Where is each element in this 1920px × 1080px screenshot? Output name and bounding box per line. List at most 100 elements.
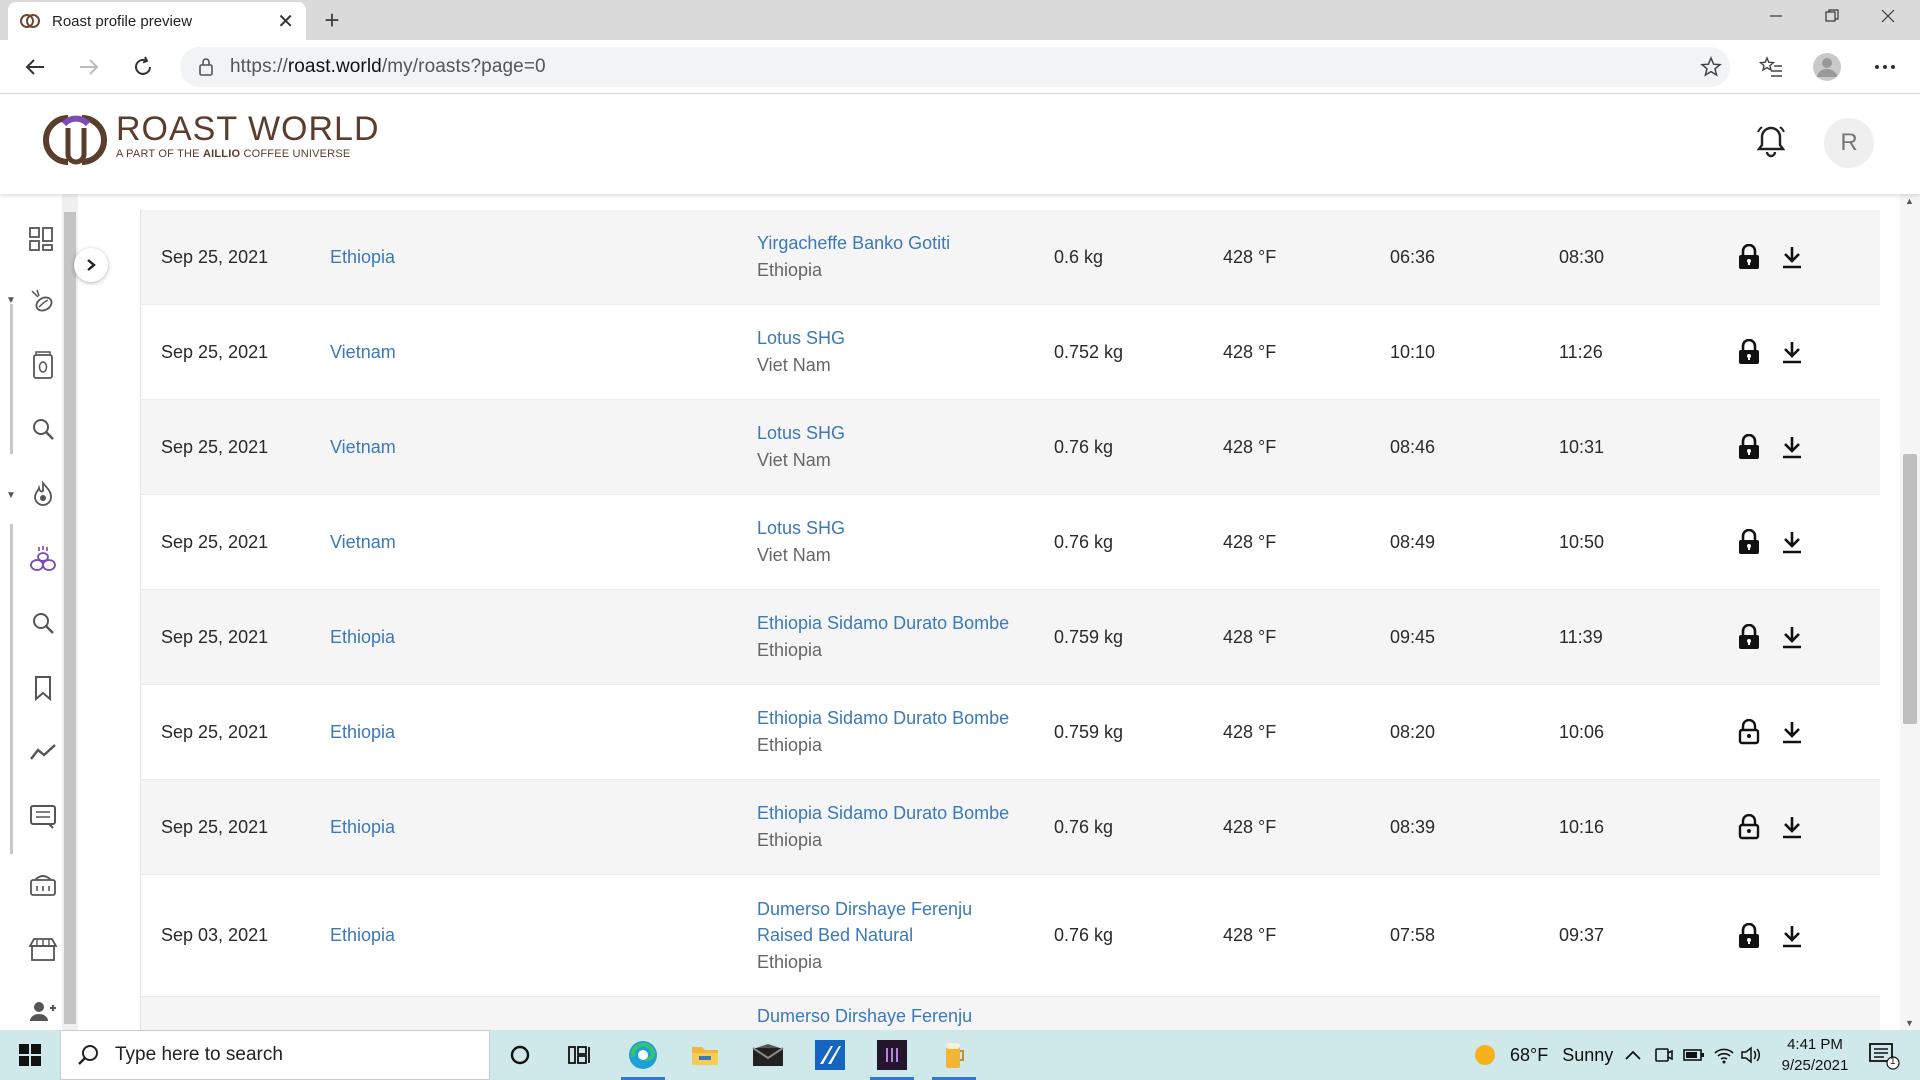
- community-icon[interactable]: [26, 994, 60, 1028]
- origin-country-link[interactable]: Ethiopia: [330, 875, 395, 996]
- roaster-machine-icon[interactable]: [26, 868, 60, 902]
- weather-widget[interactable]: 68°F Sunny: [1474, 1030, 1613, 1080]
- download-icon[interactable]: [1781, 495, 1803, 589]
- bean-name-link[interactable]: Dumerso Dirshaye Ferenju: [757, 1003, 972, 1029]
- lock-closed-icon[interactable]: [1738, 210, 1760, 304]
- profile-button[interactable]: [1808, 48, 1846, 86]
- bean-name-link[interactable]: Ethiopia Sidamo Durato Bombe: [757, 610, 1009, 636]
- download-icon[interactable]: [1781, 210, 1803, 304]
- dashboard-icon[interactable]: [24, 222, 58, 256]
- table-row[interactable]: Sep 03, 2021 Ethiopia Dumerso Dirshaye F…: [141, 875, 1880, 997]
- more-menu-button[interactable]: [1866, 48, 1904, 86]
- lock-closed-icon[interactable]: [1738, 305, 1760, 399]
- taskbar-search-box[interactable]: Type here to search: [60, 1030, 490, 1080]
- task-view-button[interactable]: [552, 1030, 608, 1080]
- shop-icon[interactable]: [26, 932, 60, 966]
- collapse-caret-icon[interactable]: ▼: [6, 490, 16, 501]
- lock-open-icon[interactable]: [1738, 685, 1760, 779]
- search-roasts-icon[interactable]: [26, 606, 60, 640]
- origin-country-link[interactable]: Vietnam: [330, 305, 396, 399]
- minimize-button[interactable]: [1748, 0, 1804, 32]
- volume-tray-icon[interactable]: [1740, 1030, 1762, 1080]
- roast-world-logo[interactable]: ROAST WORLD A PART OF THE AILLIO COFFEE …: [38, 110, 380, 170]
- back-button[interactable]: [16, 48, 54, 86]
- origin-country-link[interactable]: Vietnam: [330, 495, 396, 589]
- origin-country-link[interactable]: Ethiopia: [330, 590, 395, 684]
- new-tab-button[interactable]: +: [316, 4, 348, 36]
- rail-scrollbar[interactable]: [62, 194, 78, 1030]
- lock-closed-icon[interactable]: [1738, 400, 1760, 494]
- lock-closed-icon[interactable]: [1738, 590, 1760, 684]
- address-bar[interactable]: https://roast.world/my/roasts?page=0: [180, 47, 1730, 87]
- app-taskbar-button[interactable]: [802, 1030, 858, 1080]
- collapse-caret-icon[interactable]: ▼: [6, 295, 16, 306]
- favorite-star-button[interactable]: [1692, 48, 1730, 86]
- download-icon[interactable]: [1781, 305, 1803, 399]
- messages-icon[interactable]: [26, 800, 60, 834]
- lock-open-icon[interactable]: [1738, 780, 1760, 874]
- download-icon[interactable]: [1781, 400, 1803, 494]
- roasttime-taskbar-button[interactable]: [864, 1030, 920, 1080]
- show-hidden-icons-button[interactable]: [1624, 1030, 1642, 1080]
- bean-name-link[interactable]: Dumerso Dirshaye Ferenju Raised Bed Natu…: [757, 896, 1027, 948]
- taskbar-clock[interactable]: 4:41 PM 9/25/2021: [1765, 1034, 1865, 1076]
- file-explorer-taskbar-button[interactable]: [677, 1030, 733, 1080]
- page-scrollbar[interactable]: ▲ ▼: [1900, 194, 1920, 1030]
- table-row[interactable]: Sep 25, 2021 Ethiopia Yirgacheffe Banko …: [141, 210, 1880, 305]
- bookmark-icon[interactable]: [26, 671, 60, 705]
- origin-country-link[interactable]: Ethiopia: [330, 685, 395, 779]
- bean-name-link[interactable]: Lotus SHG: [757, 515, 845, 541]
- expand-sidebar-button[interactable]: [74, 248, 108, 282]
- browser-tab[interactable]: Roast profile preview ✕: [8, 2, 306, 40]
- bean-name-link[interactable]: Ethiopia Sidamo Durato Bombe: [757, 800, 1009, 826]
- table-row[interactable]: Sep 25, 2021 Vietnam Lotus SHG Viet Nam 0…: [141, 400, 1880, 495]
- table-row[interactable]: Sep 25, 2021 Ethiopia Ethiopia Sidamo Du…: [141, 685, 1880, 780]
- lock-closed-icon[interactable]: [1738, 875, 1760, 996]
- bean-name-link[interactable]: Ethiopia Sidamo Durato Bombe: [757, 705, 1009, 731]
- table-row[interactable]: Dumerso Dirshaye Ferenju: [141, 997, 1880, 1030]
- origin-country-link[interactable]: Ethiopia: [330, 210, 395, 304]
- beans-icon[interactable]: [26, 284, 60, 318]
- table-row[interactable]: Sep 25, 2021 Vietnam Lotus SHG Viet Nam 0…: [141, 305, 1880, 400]
- start-button[interactable]: [0, 1030, 60, 1080]
- refresh-button[interactable]: [124, 48, 162, 86]
- download-icon[interactable]: [1781, 875, 1803, 996]
- notification-center-button[interactable]: 1: [1866, 1030, 1900, 1080]
- close-window-button[interactable]: [1860, 0, 1916, 32]
- page-scrollbar-thumb[interactable]: [1903, 454, 1917, 724]
- download-icon[interactable]: [1781, 590, 1803, 684]
- search-beans-icon[interactable]: [26, 412, 60, 446]
- roast-profiles-icon[interactable]: [26, 542, 60, 576]
- scroll-up-arrow-icon[interactable]: ▲: [1905, 196, 1914, 206]
- table-row[interactable]: Sep 25, 2021 Vietnam Lotus SHG Viet Nam 0…: [141, 495, 1880, 590]
- download-icon[interactable]: [1781, 780, 1803, 874]
- origin-country-link[interactable]: Vietnam: [330, 400, 396, 494]
- origin-country-link[interactable]: Ethiopia: [330, 780, 395, 874]
- roast-date: Sep 25, 2021: [161, 531, 269, 552]
- user-avatar[interactable]: R: [1824, 118, 1874, 168]
- restore-button[interactable]: [1804, 0, 1860, 32]
- table-row[interactable]: Sep 25, 2021 Ethiopia Ethiopia Sidamo Du…: [141, 780, 1880, 875]
- beer-app-taskbar-button[interactable]: [926, 1030, 982, 1080]
- mail-taskbar-button[interactable]: [740, 1030, 796, 1080]
- cortana-button[interactable]: [492, 1030, 548, 1080]
- close-tab-icon[interactable]: ✕: [277, 9, 294, 34]
- bean-name-link[interactable]: Yirgacheffe Banko Gotiti: [757, 230, 950, 256]
- table-row[interactable]: Sep 25, 2021 Ethiopia Ethiopia Sidamo Du…: [141, 590, 1880, 685]
- favorites-button[interactable]: [1752, 48, 1790, 86]
- lock-closed-icon[interactable]: [1738, 495, 1760, 589]
- bean-name-link[interactable]: Lotus SHG: [757, 325, 845, 351]
- bean-name-link[interactable]: Lotus SHG: [757, 420, 845, 446]
- battery-tray-icon[interactable]: [1683, 1030, 1705, 1080]
- coffee-bag-icon[interactable]: [26, 348, 60, 382]
- download-icon[interactable]: [1781, 685, 1803, 779]
- scroll-down-arrow-icon[interactable]: ▼: [1905, 1018, 1914, 1028]
- meet-now-tray-icon[interactable]: [1654, 1030, 1674, 1080]
- roast-flame-icon[interactable]: [26, 477, 60, 511]
- rail-scrollbar-thumb[interactable]: [64, 212, 76, 1024]
- edge-browser-taskbar-button[interactable]: [615, 1030, 671, 1080]
- notification-bell-icon[interactable]: [1755, 124, 1787, 158]
- wifi-tray-icon[interactable]: [1713, 1030, 1735, 1080]
- forward-button[interactable]: [70, 48, 108, 86]
- analytics-trend-icon[interactable]: [26, 735, 60, 769]
